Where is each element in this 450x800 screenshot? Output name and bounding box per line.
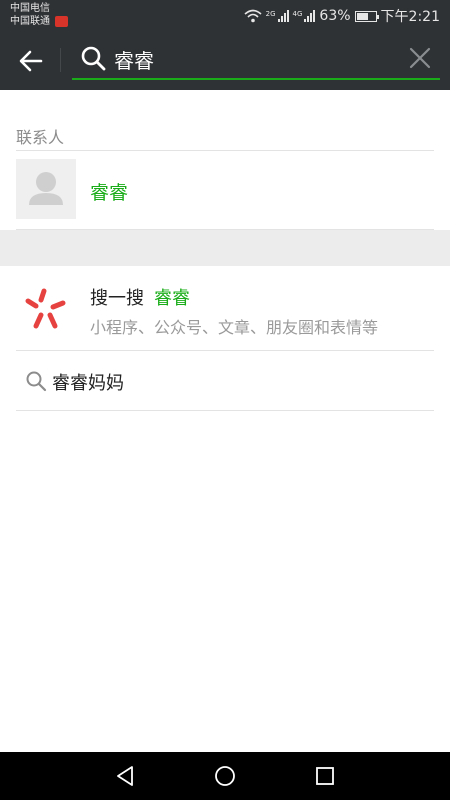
avatar: [16, 159, 76, 219]
signal-1-tag: 2G: [265, 10, 276, 18]
signal-2-tag: 4G: [292, 10, 303, 18]
search-icon: [26, 371, 47, 392]
suggestion-text: 睿睿妈妈: [52, 373, 124, 394]
back-arrow-icon[interactable]: [16, 46, 46, 76]
sousuo-label: 搜一搜: [90, 288, 144, 309]
status-bar: 中国电信 中国联通 2G 4G 63% 下午2:21: [0, 0, 450, 30]
battery-icon: [354, 10, 379, 22]
search-input[interactable]: [114, 46, 394, 72]
status-indicators: 2G 4G 63% 下午2:21: [244, 6, 440, 26]
notification-badge-icon: [55, 15, 69, 27]
header-divider: [60, 48, 61, 72]
section-gap: [0, 230, 450, 266]
sousuo-title: 搜一搜 睿睿: [90, 284, 190, 310]
sousuo-keyword: 睿睿: [154, 288, 190, 309]
clock: 下午2:21: [380, 9, 440, 25]
suggestion-row[interactable]: 睿睿妈妈: [0, 351, 450, 411]
square-recents-icon[interactable]: [313, 764, 337, 788]
circle-home-icon[interactable]: [213, 764, 237, 788]
contact-result-row[interactable]: 睿睿: [0, 151, 450, 229]
carrier-info: 中国电信 中国联通: [10, 2, 69, 28]
wifi-icon: [244, 9, 262, 23]
carrier-1: 中国电信: [10, 3, 50, 14]
search-header: [0, 30, 450, 90]
sousuo-description: 小程序、公众号、文章、朋友圈和表情等: [90, 318, 379, 337]
battery-fill: [356, 12, 368, 20]
signal-1-icon: 2G: [266, 10, 289, 22]
search-field[interactable]: [72, 42, 440, 80]
battery-percent: 63%: [319, 8, 351, 24]
system-nav-bar: [0, 752, 450, 800]
close-icon[interactable]: [408, 46, 432, 70]
triangle-back-icon[interactable]: [113, 764, 137, 788]
signal-2-icon: 4G: [293, 10, 316, 22]
contact-name: 睿睿: [90, 182, 129, 204]
search-one-search-row[interactable]: 搜一搜 睿睿 小程序、公众号、文章、朋友圈和表情等: [0, 268, 450, 350]
search-icon: [81, 46, 106, 71]
sousuo-logo-icon: [25, 288, 66, 329]
default-person-icon: [29, 172, 63, 205]
suggestion-divider: [16, 410, 434, 411]
contacts-section-title: 联系人: [16, 128, 65, 147]
carrier-2: 中国联通: [10, 16, 50, 27]
